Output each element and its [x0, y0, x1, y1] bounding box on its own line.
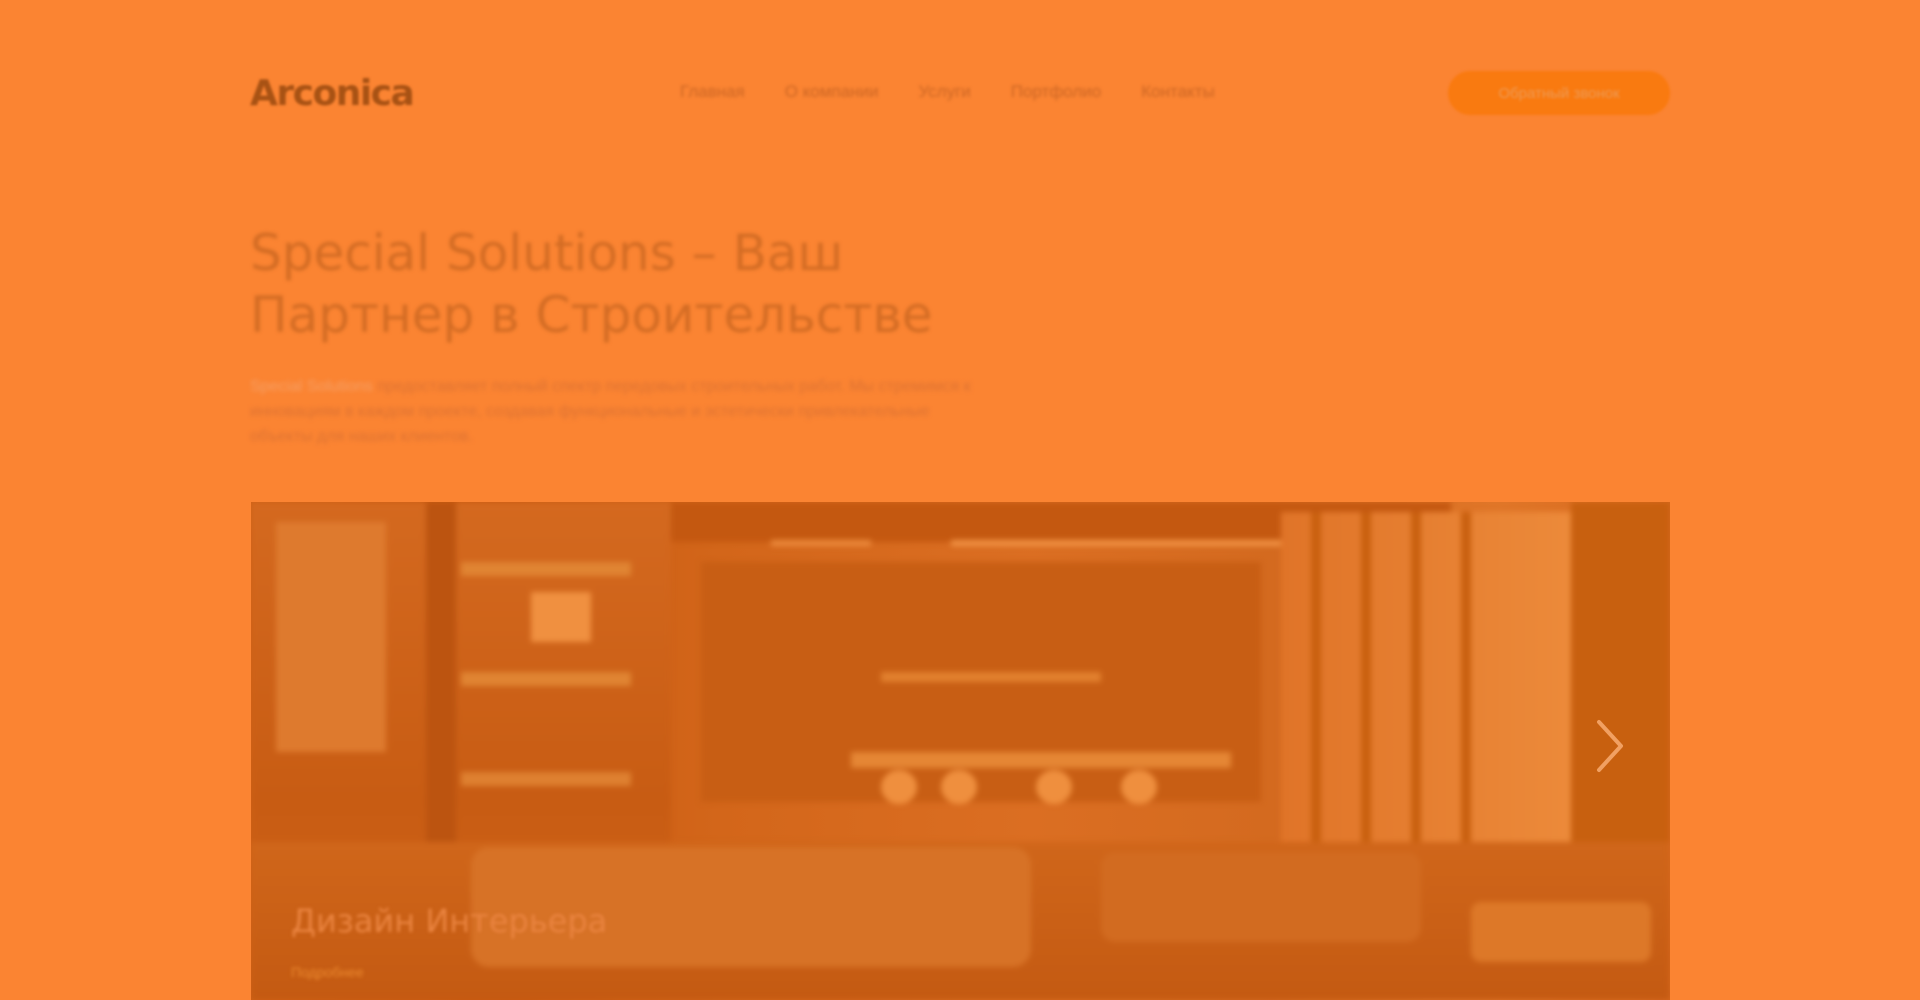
callback-button[interactable]: Обратный звонок: [1448, 71, 1670, 115]
slide-caption: Дизайн Интерьера Подробнее: [291, 902, 607, 980]
slide-more-link[interactable]: Подробнее: [291, 964, 607, 980]
hero-title-line-1: Special Solutions – Ваш: [250, 224, 844, 282]
page: Arconica Главная О компании Услуги Портф…: [0, 0, 1920, 1000]
nav-item-about[interactable]: О компании: [785, 82, 879, 102]
logo[interactable]: Arconica: [250, 73, 415, 114]
main-nav: Главная О компании Услуги Портфолио Конт…: [680, 82, 1215, 102]
project-slider: Дизайн Интерьера Подробнее: [251, 502, 1670, 1000]
hero-title: Special Solutions – Ваш Партнер в Строит…: [250, 222, 1010, 346]
nav-item-home[interactable]: Главная: [680, 82, 745, 102]
slide-title: Дизайн Интерьера: [291, 902, 608, 940]
hero-title-line-2: Партнер в Строительстве: [250, 286, 933, 344]
chevron-right-icon[interactable]: [1587, 716, 1631, 776]
nav-item-portfolio[interactable]: Портфолио: [1011, 82, 1101, 102]
nav-item-services[interactable]: Услуги: [918, 82, 970, 102]
hero-description: Special Solutions предоставляет полный с…: [250, 374, 990, 449]
hero-description-accent: Special Solutions: [250, 378, 373, 395]
nav-item-contacts[interactable]: Контакты: [1141, 82, 1214, 102]
site-header: Arconica Главная О компании Услуги Портф…: [250, 68, 1670, 116]
